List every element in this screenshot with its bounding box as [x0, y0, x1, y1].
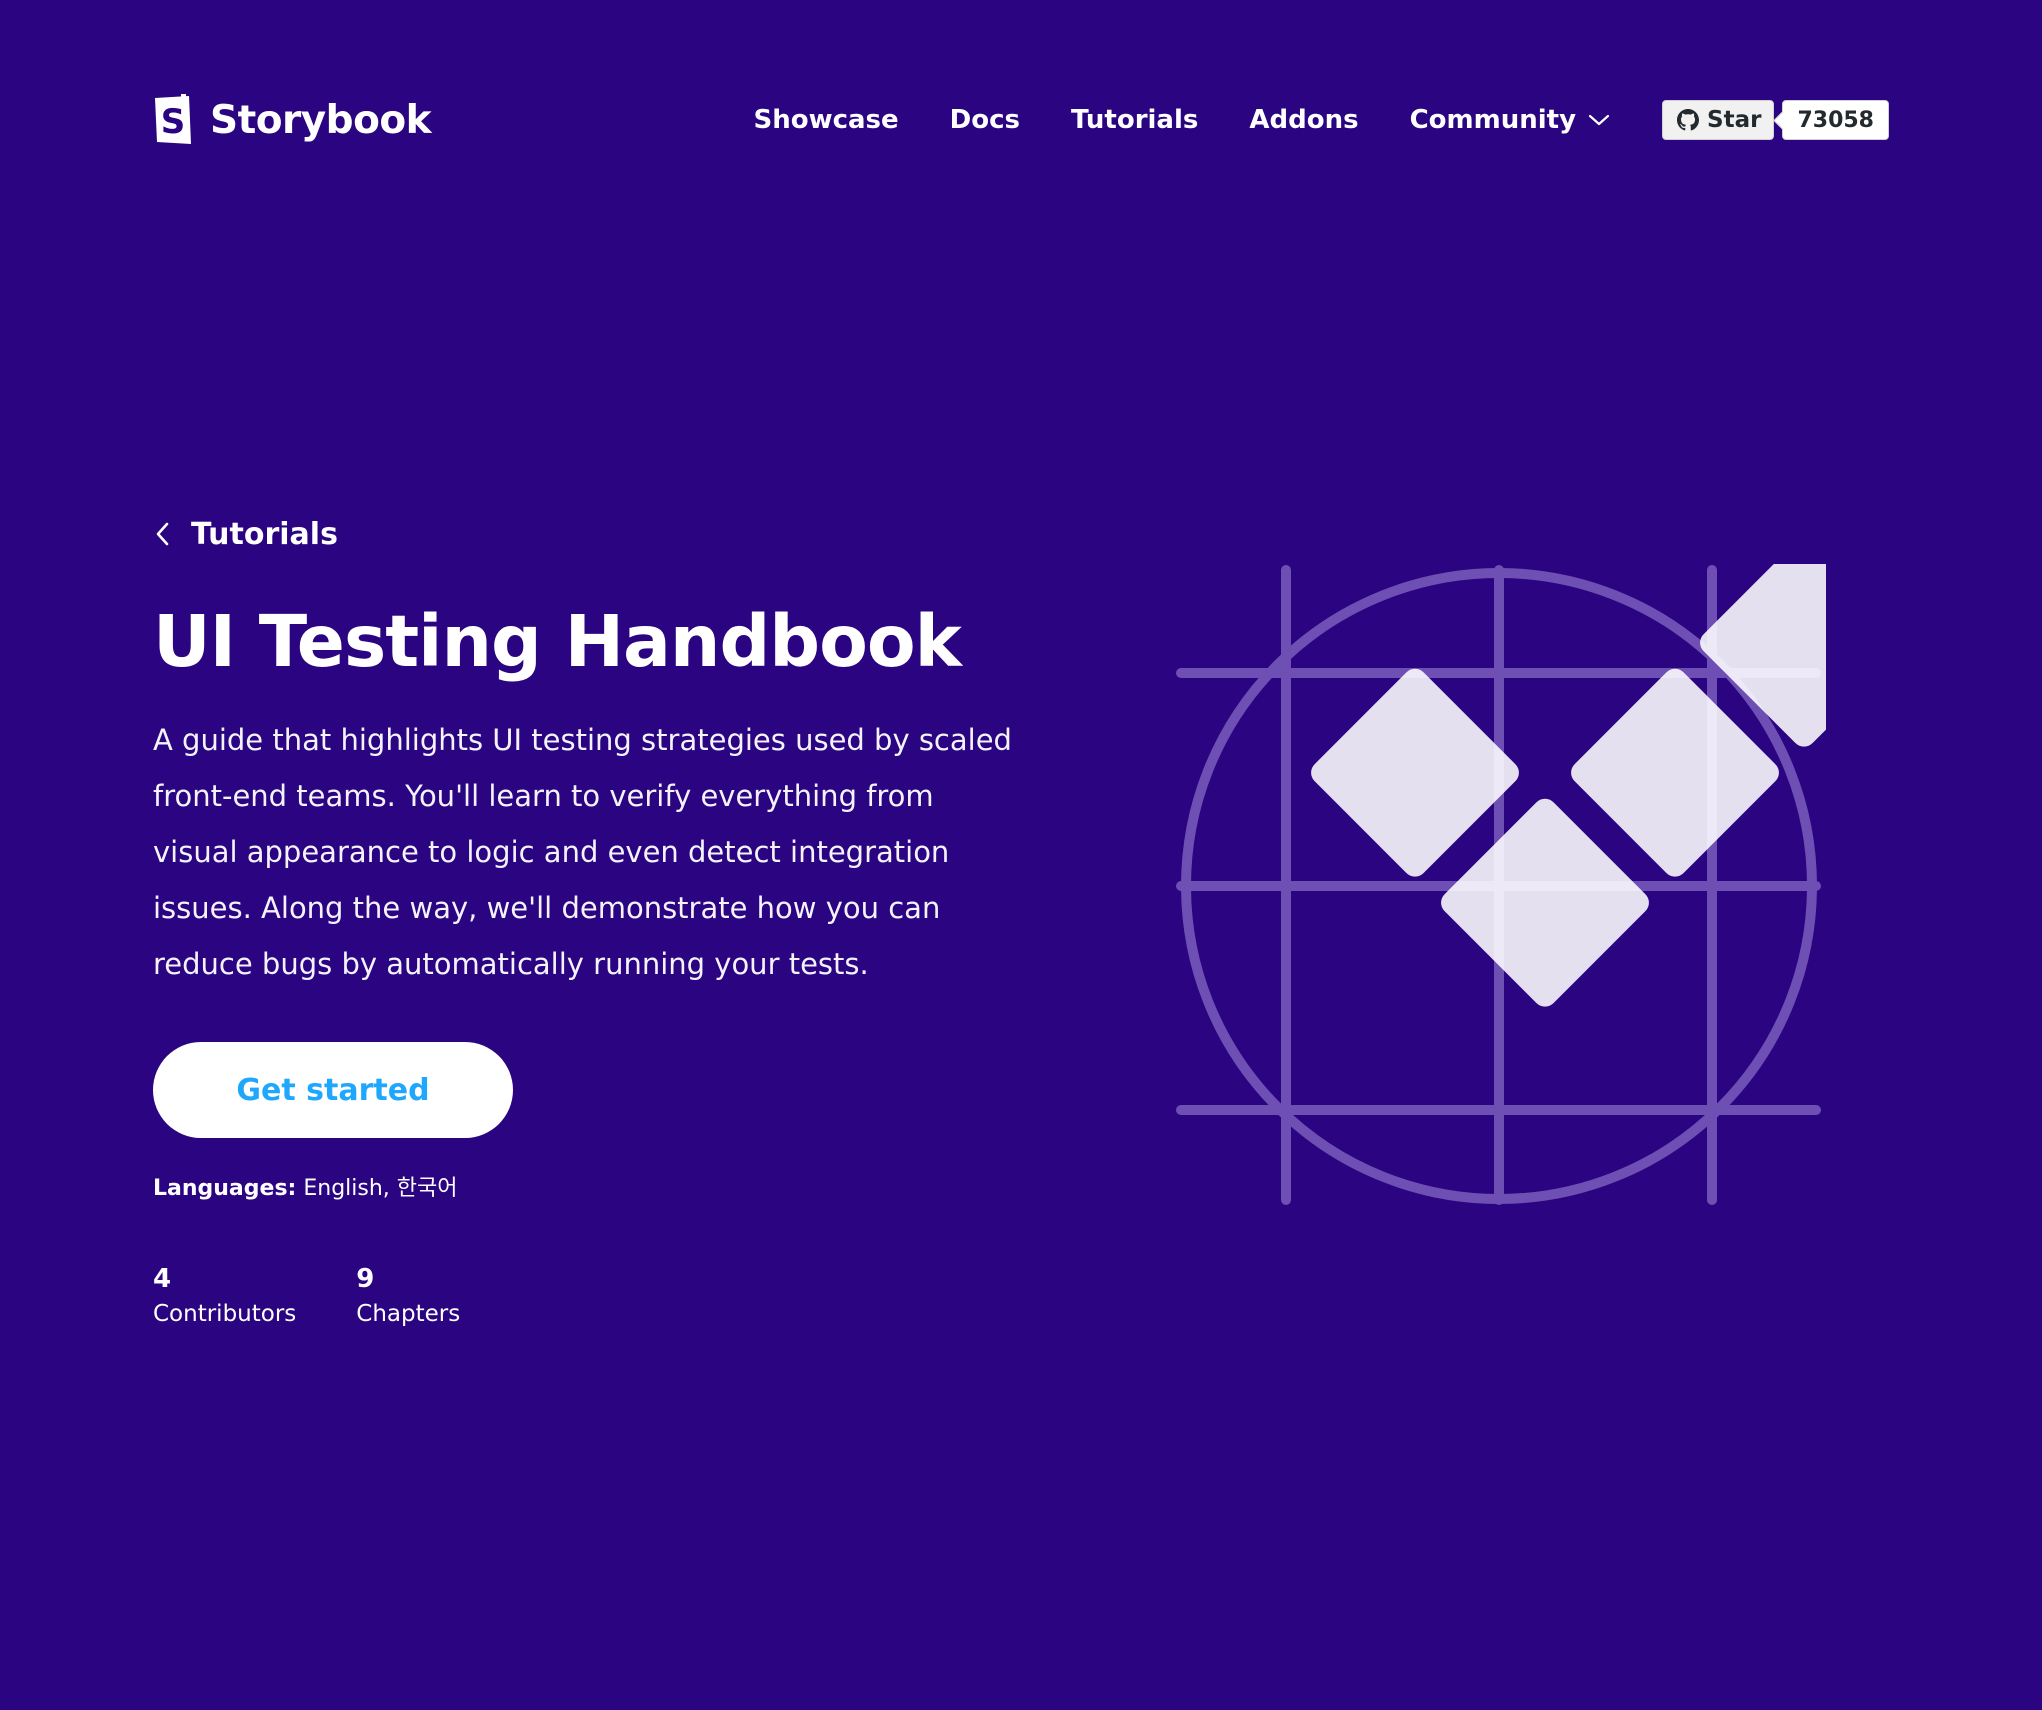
stat-contributors-value: 4: [153, 1264, 172, 1294]
github-star-button[interactable]: Star: [1662, 100, 1775, 140]
back-link-label: Tutorials: [191, 516, 338, 552]
page-title: UI Testing Handbook: [153, 600, 962, 683]
stat-chapters-label: Chapters: [356, 1301, 461, 1327]
main-nav: Showcase Docs Tutorials Addons Community…: [753, 100, 1889, 140]
tutorial-stats: 4 Contributors 9 Chapters: [153, 1262, 520, 1332]
site-header: S Storybook Showcase Docs Tutorials Addo…: [153, 90, 1889, 150]
chevron-left-icon: [156, 522, 169, 546]
nav-community[interactable]: Community: [1410, 105, 1610, 135]
nav-tutorials[interactable]: Tutorials: [1071, 105, 1198, 135]
stat-contributors: 4 Contributors: [153, 1262, 296, 1332]
get-started-button[interactable]: Get started: [153, 1042, 513, 1138]
back-to-tutorials-link[interactable]: Tutorials: [153, 512, 338, 556]
brand-name: Storybook: [210, 97, 432, 143]
languages: Languages: English, 한국어: [153, 1170, 458, 1202]
languages-value[interactable]: English, 한국어: [303, 1176, 457, 1201]
nav-docs[interactable]: Docs: [950, 105, 1020, 135]
github-star-widget: Star 73058: [1662, 100, 1889, 140]
storybook-logo-icon: S: [155, 94, 191, 144]
stat-chapters: 9 Chapters: [356, 1262, 460, 1332]
github-icon: [1677, 109, 1700, 131]
github-star-count[interactable]: 73058: [1782, 100, 1889, 140]
stat-chapters-value: 9: [356, 1264, 375, 1294]
nav-addons[interactable]: Addons: [1249, 105, 1358, 135]
page-description: A guide that highlights UI testing strat…: [153, 723, 1012, 981]
languages-label: Languages:: [153, 1176, 297, 1201]
stat-contributors-label: Contributors: [153, 1301, 297, 1327]
checkmark-grid-illustration: [1176, 564, 1826, 1205]
github-star-label: Star: [1707, 107, 1762, 133]
svg-text:S: S: [161, 102, 186, 142]
nav-community-label: Community: [1409, 105, 1577, 135]
chevron-down-icon: [1588, 114, 1610, 126]
brand[interactable]: S Storybook: [153, 94, 432, 146]
nav-showcase[interactable]: Showcase: [753, 105, 898, 135]
